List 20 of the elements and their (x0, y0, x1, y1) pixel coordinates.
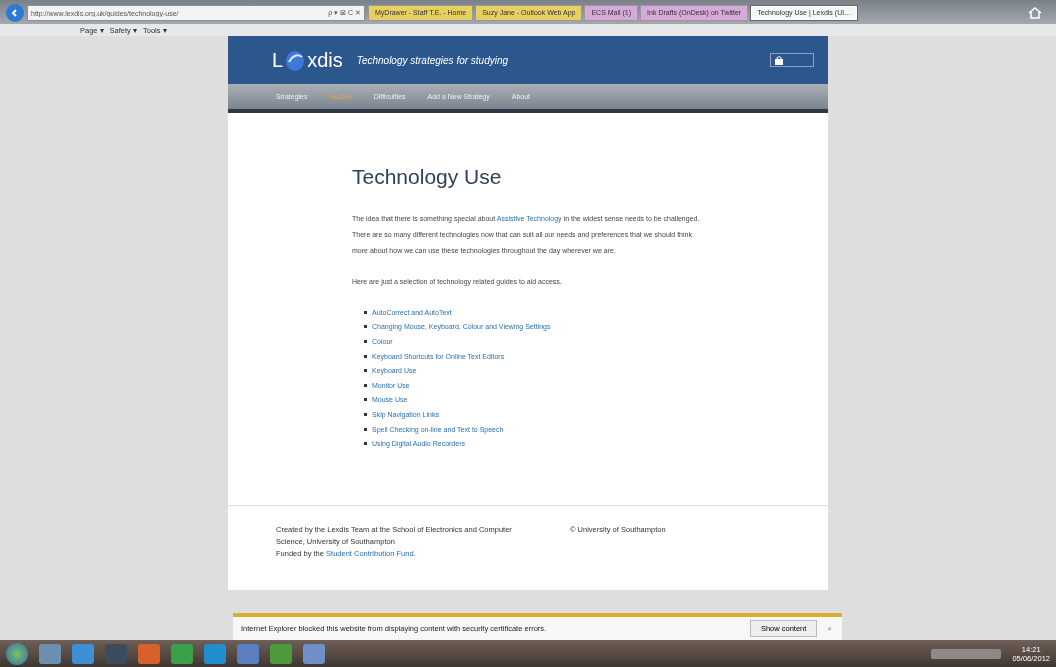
bullet-icon (364, 354, 367, 358)
back-button[interactable] (6, 4, 24, 22)
bullet-icon (364, 310, 367, 314)
logo-text: xdis (307, 48, 343, 72)
bullet-icon (364, 340, 367, 343)
logo-drop-icon (284, 48, 307, 72)
logo-letter: L (272, 48, 284, 72)
bullet-icon (364, 412, 367, 416)
bullet-icon (364, 427, 367, 431)
tagline: Technology strategies for studying (356, 54, 510, 66)
start-button[interactable] (6, 642, 28, 665)
page-heading: Technology Use (352, 165, 503, 189)
lock-icon (775, 55, 783, 65)
close-button[interactable]: × (825, 624, 834, 633)
bullet-icon (364, 398, 367, 402)
search-field[interactable] (770, 53, 814, 67)
bullet-icon (364, 442, 367, 446)
bullet-icon (364, 383, 367, 387)
bullet-icon (364, 325, 367, 329)
bullet-icon (364, 369, 367, 373)
